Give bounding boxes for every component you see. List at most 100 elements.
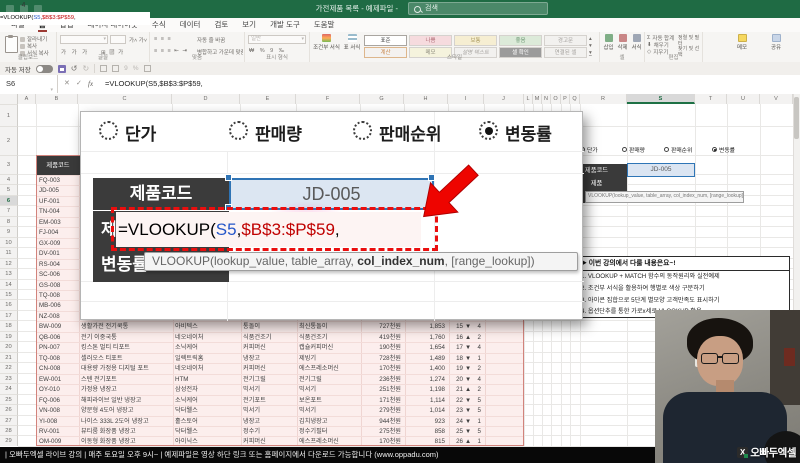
row-header-13[interactable]: 13 bbox=[0, 268, 18, 279]
row-header-11[interactable]: 11 bbox=[0, 247, 18, 258]
cancel-icon[interactable]: ✕ bbox=[64, 75, 70, 93]
qat-icon-5[interactable] bbox=[143, 65, 151, 72]
column-header-A[interactable]: A bbox=[18, 94, 36, 104]
row-header-14[interactable]: 14 bbox=[0, 278, 18, 290]
tab-보기[interactable]: 보기 bbox=[235, 18, 263, 32]
tab-수식[interactable]: 수식 bbox=[145, 18, 173, 32]
row-header-17[interactable]: 17 bbox=[0, 309, 18, 321]
wrap-text-button[interactable]: 자동 줄 바꿈 bbox=[197, 36, 225, 44]
column-header-U[interactable]: U bbox=[727, 94, 760, 104]
column-header-J[interactable]: J bbox=[484, 94, 524, 104]
tab-파일[interactable]: 파일 bbox=[4, 18, 32, 32]
row-header-16[interactable]: 16 bbox=[0, 299, 18, 310]
column-header-D[interactable]: D bbox=[172, 94, 240, 104]
row-header-7[interactable]: 7 bbox=[0, 205, 18, 216]
table-row[interactable]: OY-010가정용 냉장고삼성전자믹서기믹서기251천원1,19821▲2★★★… bbox=[37, 384, 523, 394]
qat-icon-3[interactable]: 9 bbox=[124, 65, 128, 73]
column-header-C[interactable]: C bbox=[78, 94, 172, 104]
tab-데이터[interactable]: 데이터 bbox=[173, 18, 208, 32]
qat-icon-1[interactable] bbox=[100, 65, 108, 72]
column-header-T[interactable]: T bbox=[695, 94, 727, 104]
comments-button[interactable]: 메모 bbox=[726, 33, 758, 60]
table-row[interactable]: FQ-006 해피라이브 일반 냉장고 소닉케어 전기포트 보온포트 171천원 1,114… bbox=[37, 394, 523, 405]
name-box[interactable]: S6 ▾ bbox=[0, 75, 58, 93]
row-header-22[interactable]: 22 bbox=[0, 362, 18, 373]
save-icon[interactable] bbox=[34, 5, 42, 13]
table-row[interactable]: RV-001 뷰티룸 화장품 냉장고 닥터웰스 정수기 정수기필터 275천원 858 25 ▼… bbox=[37, 425, 523, 436]
row-header-15[interactable]: 15 bbox=[0, 289, 18, 300]
cell-style-보통[interactable]: 보통 bbox=[454, 35, 497, 46]
option-radio-판매순위[interactable] bbox=[353, 121, 372, 140]
option-radio-단가[interactable] bbox=[99, 121, 118, 140]
qat-icon-4[interactable]: % bbox=[133, 65, 139, 73]
column-header-B[interactable]: B bbox=[36, 94, 78, 104]
font-size-select[interactable] bbox=[110, 35, 126, 44]
column-header-P[interactable]: P bbox=[561, 94, 570, 104]
save-button[interactable] bbox=[57, 64, 66, 73]
cell-style-표준[interactable]: 표준 bbox=[364, 35, 407, 46]
mini-option-판매순위[interactable] bbox=[664, 147, 669, 152]
row-header-6[interactable]: 6 bbox=[0, 194, 18, 206]
row-header-5[interactable]: 5 bbox=[0, 184, 18, 195]
row-header-4[interactable]: 4 bbox=[0, 174, 18, 185]
tab-검토[interactable]: 검토 bbox=[207, 18, 235, 32]
font-name-select[interactable]: ▾ bbox=[60, 35, 108, 44]
column-header-N[interactable]: N bbox=[542, 94, 551, 104]
redo-button[interactable]: ↻ bbox=[82, 64, 89, 73]
row-header-3[interactable]: 3 bbox=[0, 155, 18, 174]
row-header-9[interactable]: 9 bbox=[0, 226, 18, 237]
valign-buttons[interactable]: ≡ ≡ ≡ bbox=[154, 36, 172, 42]
table-row[interactable]: BW-009 생활가전 전기쿡통 아비텍스 통돌이 최신통돌이 727천원 1,853 15 ▼… bbox=[37, 321, 523, 331]
formula-input[interactable]: =VLOOKUP(S5,$B$3:$P$59, bbox=[105, 75, 203, 93]
tab-도움말[interactable]: 도움말 bbox=[307, 18, 342, 32]
column-header-R[interactable]: R bbox=[580, 94, 627, 104]
table-row[interactable]: QB-006 전기 이중국통 네오네이처 식품건조기 식품건조기 419천원 1,760 16… bbox=[37, 331, 523, 342]
column-header-O[interactable]: O bbox=[551, 94, 561, 104]
insert-function-icon[interactable]: fx bbox=[88, 75, 93, 93]
table-row[interactable]: EW-001스텐 전기포트HTM전기그릴전기그릴236천원1,27420▼4★★… bbox=[37, 373, 523, 384]
row-header-28[interactable]: 28 bbox=[0, 424, 18, 436]
cell-style-경고문[interactable]: 경고문 bbox=[544, 35, 587, 46]
row-header-24[interactable]: 24 bbox=[0, 383, 18, 394]
row-header-25[interactable]: 25 bbox=[0, 393, 18, 405]
table-row[interactable]: PN-007 킹스톤 멀티 티포트 소닉케어 커피머신 캡슐커피머신 190천원 1,654… bbox=[37, 342, 523, 352]
undo-button[interactable]: ↺ bbox=[71, 64, 78, 73]
column-header-E[interactable]: E bbox=[240, 94, 296, 104]
table-row[interactable]: YI-008 나이스 333L 2도어 냉장고 홀스토어 냉장고 김치냉장고 944천원 9… bbox=[37, 415, 523, 426]
column-header-Q[interactable]: Q bbox=[570, 94, 580, 104]
tab-개발 도구[interactable]: 개발 도구 bbox=[263, 18, 307, 32]
table-row[interactable]: TQ-008셀러오스 티포트일렉트릭홈냉장고제빙기728천원1,48918▼1★… bbox=[37, 352, 523, 363]
column-header-V[interactable]: V bbox=[760, 94, 793, 104]
column-header-H[interactable]: H bbox=[404, 94, 448, 104]
font-grow-shrink[interactable]: 가˄ 가˅ bbox=[129, 36, 147, 44]
column-header-I[interactable]: I bbox=[448, 94, 484, 104]
tab-삽입[interactable]: 삽입 bbox=[53, 18, 81, 32]
cell-style-좋음[interactable]: 좋음 bbox=[499, 35, 542, 46]
column-header-M[interactable]: M bbox=[533, 94, 542, 104]
option-radio-판매량[interactable] bbox=[229, 121, 248, 140]
row-header-20[interactable]: 20 bbox=[0, 341, 18, 352]
row-header-8[interactable]: 8 bbox=[0, 215, 18, 227]
row-header-2[interactable]: 2 bbox=[0, 126, 18, 155]
column-header-F[interactable]: F bbox=[296, 94, 360, 104]
row-header-23[interactable]: 23 bbox=[0, 372, 18, 384]
paste-icon[interactable] bbox=[5, 35, 18, 53]
option-radio-변동률[interactable] bbox=[479, 121, 498, 140]
row-header-1[interactable]: 1 bbox=[0, 104, 18, 126]
search-input[interactable]: 검색 bbox=[408, 2, 548, 15]
enter-icon[interactable]: ✓ bbox=[76, 75, 82, 93]
row-header-18[interactable]: 18 bbox=[0, 320, 18, 331]
column-header-S[interactable]: S bbox=[627, 94, 695, 104]
row-header-12[interactable]: 12 bbox=[0, 257, 18, 269]
row-header-21[interactable]: 21 bbox=[0, 351, 18, 363]
tab-홈[interactable]: 홈 bbox=[32, 18, 53, 32]
qat-icon-2[interactable] bbox=[112, 65, 120, 72]
scrollbar-thumb[interactable] bbox=[794, 97, 799, 139]
column-header-G[interactable]: G bbox=[360, 94, 404, 104]
share-button[interactable]: 공유 bbox=[760, 33, 792, 60]
table-row[interactable]: CN-008 대용량 가정용 디지털 포트 네오네이처 커피머신 에스프레소머신 170천… bbox=[37, 363, 523, 373]
row-header-29[interactable]: 29 bbox=[0, 435, 18, 446]
row-header-19[interactable]: 19 bbox=[0, 330, 18, 342]
number-format-select[interactable]: 일반 ▾ bbox=[248, 35, 306, 44]
column-header-L[interactable]: L bbox=[524, 94, 533, 104]
